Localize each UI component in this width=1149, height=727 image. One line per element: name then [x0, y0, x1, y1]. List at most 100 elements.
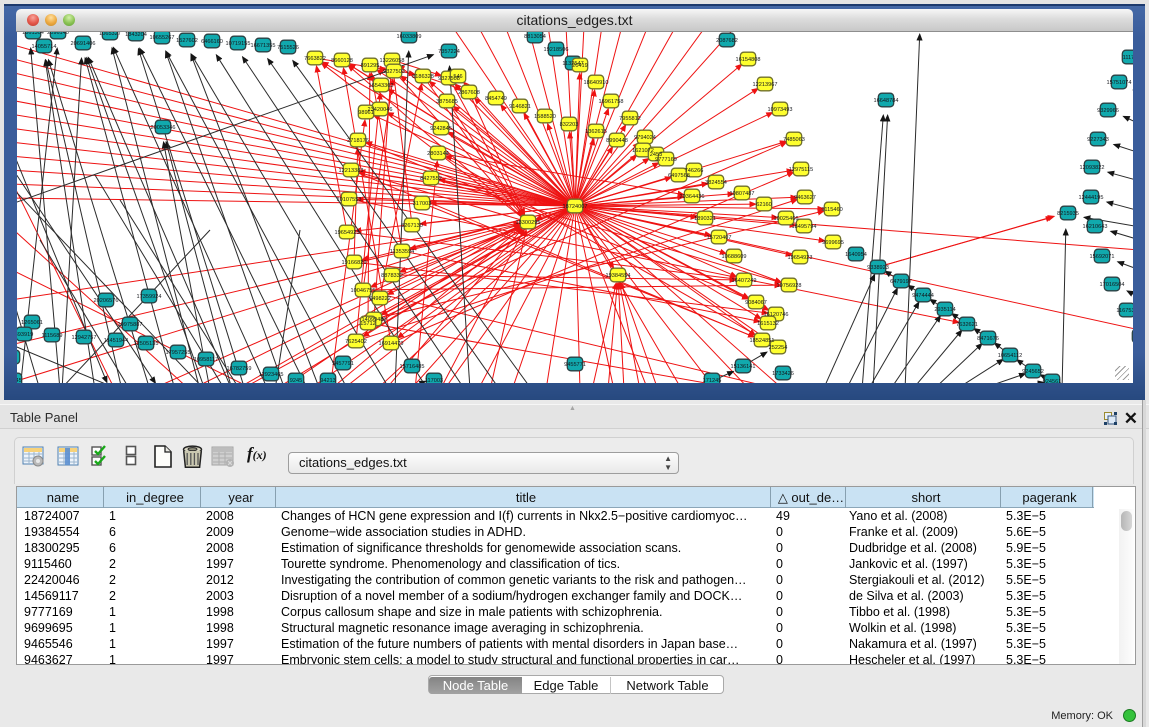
svg-text:891295: 891295 [361, 63, 380, 69]
svg-text:20053346: 20053346 [151, 125, 176, 131]
svg-text:2096140: 2096140 [47, 32, 69, 36]
svg-text:12975115: 12975115 [789, 167, 813, 173]
svg-text:15751074: 15751074 [1107, 80, 1132, 86]
svg-text:16648784: 16648784 [874, 98, 899, 104]
svg-text:7955812: 7955812 [619, 116, 641, 122]
svg-text:94213: 94213 [320, 378, 336, 383]
svg-text:7625402: 7625402 [345, 339, 367, 345]
svg-text:15692071: 15692071 [1090, 254, 1115, 260]
svg-text:2935114: 2935114 [934, 307, 955, 313]
svg-text:9245: 9245 [290, 378, 302, 383]
svg-text:317003: 317003 [413, 201, 432, 207]
svg-text:11353594: 11353594 [390, 249, 414, 255]
svg-text:2718176: 2718176 [347, 138, 369, 144]
svg-text:20419: 20419 [572, 63, 588, 69]
svg-text:18300295: 18300295 [516, 220, 541, 226]
svg-text:1265061: 1265061 [21, 320, 43, 326]
svg-text:1167533: 1167533 [1116, 308, 1133, 314]
svg-text:1615132: 1615132 [757, 321, 779, 327]
svg-text:1065327: 1065327 [99, 32, 121, 37]
svg-text:14055714: 14055714 [32, 44, 57, 50]
svg-text:9457791: 9457791 [332, 361, 354, 367]
svg-text:10025466: 10025466 [774, 216, 799, 222]
svg-text:15712: 15712 [360, 321, 376, 327]
svg-text:8471676: 8471676 [977, 336, 999, 342]
svg-text:8267130: 8267130 [401, 223, 423, 229]
svg-text:12213967: 12213967 [753, 82, 778, 88]
svg-text:19654923: 19654923 [335, 230, 360, 236]
svg-text:16033809: 16033809 [397, 34, 422, 40]
svg-text:16210643: 16210643 [1083, 224, 1108, 230]
svg-text:3875685: 3875685 [436, 99, 458, 105]
svg-text:2803144: 2803144 [427, 151, 449, 157]
svg-text:10807487: 10807487 [730, 191, 755, 197]
svg-text:11451944: 11451944 [104, 338, 128, 344]
svg-text:12093822: 12093822 [1080, 165, 1105, 171]
svg-text:9327503: 9327503 [383, 69, 405, 75]
svg-text:17957255: 17957255 [166, 350, 191, 356]
svg-text:7357224: 7357224 [438, 49, 460, 55]
svg-text:12213383: 12213383 [339, 168, 364, 174]
svg-text:98961: 98961 [358, 110, 374, 116]
svg-text:1115689: 1115689 [42, 333, 63, 339]
svg-text:12505135: 12505135 [134, 341, 159, 347]
svg-text:1588520: 1588520 [534, 114, 556, 120]
svg-text:10655267: 10655267 [150, 35, 175, 41]
svg-text:16120746: 16120746 [764, 312, 789, 318]
svg-text:13226058: 13226058 [380, 58, 405, 64]
svg-text:171245: 171245 [703, 378, 722, 383]
svg-text:11173: 11173 [1123, 55, 1133, 61]
svg-text:2867608: 2867608 [458, 90, 480, 96]
svg-text:62160: 62160 [756, 202, 772, 208]
svg-text:6498222: 6498222 [369, 296, 391, 302]
svg-text:20364436: 20364436 [680, 194, 705, 200]
svg-text:7515526: 7515526 [277, 45, 299, 51]
svg-text:17016504: 17016504 [1100, 282, 1125, 288]
svg-text:16671355: 16671355 [251, 43, 276, 49]
svg-text:8454749: 8454749 [485, 96, 507, 102]
svg-text:924561: 924561 [1043, 379, 1062, 383]
svg-text:8427552: 8427552 [420, 176, 442, 182]
svg-text:9146821: 9146821 [509, 104, 531, 110]
svg-text:8990448: 8990448 [606, 138, 628, 144]
svg-text:16961758: 16961758 [599, 99, 624, 105]
svg-text:16407249: 16407249 [732, 278, 757, 284]
svg-text:19384554: 19384554 [606, 273, 631, 279]
svg-text:19756928: 19756928 [777, 283, 802, 289]
svg-text:7632621: 7632621 [956, 322, 978, 328]
svg-text:19218506: 19218506 [544, 47, 569, 53]
svg-text:15136141: 15136141 [731, 364, 756, 370]
svg-text:12444195: 12444195 [1079, 195, 1104, 201]
svg-text:9463627: 9463627 [794, 195, 816, 201]
svg-text:1640954: 1640954 [845, 252, 867, 258]
svg-text:252254: 252254 [769, 345, 788, 351]
svg-text:97245: 97245 [17, 378, 22, 383]
svg-text:1861304: 1861304 [22, 32, 44, 36]
svg-text:1843204: 1843204 [125, 32, 147, 38]
svg-text:746266: 746266 [685, 168, 704, 174]
svg-text:20691406: 20691406 [71, 41, 96, 47]
svg-text:1890321: 1890321 [694, 216, 716, 222]
svg-text:1733426: 1733426 [772, 371, 794, 377]
svg-text:9777169: 9777169 [655, 157, 677, 163]
svg-text:9245652: 9245652 [1022, 369, 1044, 375]
svg-text:17359924: 17359924 [137, 294, 162, 300]
svg-text:7663822: 7663822 [304, 56, 326, 62]
svg-text:18495794: 18495794 [792, 224, 817, 230]
svg-text:19654923: 19654923 [788, 255, 813, 261]
svg-text:10654112: 10654112 [998, 353, 1022, 359]
svg-text:6466160: 6466160 [201, 39, 223, 45]
svg-text:9329966: 9329966 [1097, 108, 1119, 114]
svg-text:10688609: 10688609 [722, 254, 747, 260]
svg-text:20206576: 20206576 [94, 298, 119, 304]
svg-text:9115460: 9115460 [821, 207, 842, 213]
svg-text:6479197: 6479197 [890, 279, 912, 285]
svg-text:832203: 832203 [560, 122, 579, 128]
svg-text:15720407: 15720407 [707, 235, 732, 241]
svg-text:10958117: 10958117 [194, 357, 218, 363]
svg-text:2087682: 2087682 [716, 38, 738, 44]
svg-text:8660128: 8660128 [331, 58, 353, 64]
svg-text:16782759: 16782759 [227, 366, 252, 372]
svg-text:546: 546 [453, 74, 462, 80]
svg-text:8215935: 8215935 [1057, 211, 1079, 217]
